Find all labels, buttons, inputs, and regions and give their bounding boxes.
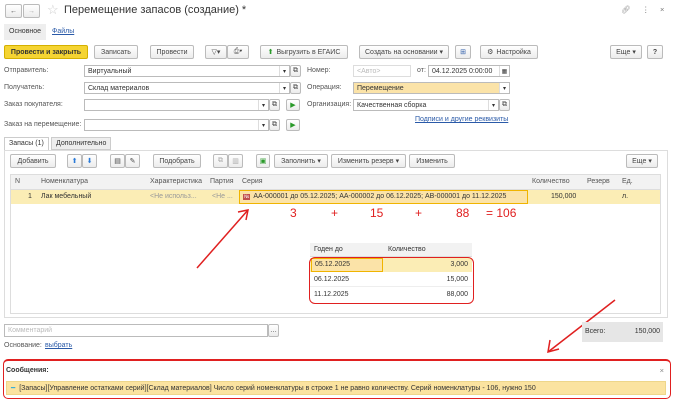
annotation-arrows: [196, 209, 616, 354]
comment-field[interactable]: Комментарий: [4, 324, 268, 337]
basis-link[interactable]: выбрать: [45, 342, 72, 349]
messages-title: Сообщения:: [6, 367, 49, 374]
arrow-to-series: [196, 209, 249, 269]
message-icon: ━: [11, 385, 16, 392]
comment-expand-button[interactable]: …: [268, 324, 279, 337]
message-item[interactable]: ━ [Запасы][Управление остатками серий][Ск…: [6, 381, 666, 395]
basis-label: Основание:: [4, 342, 42, 349]
total-box: Всего: 150,000: [582, 322, 663, 342]
messages-panel: Сообщения: × ━ [Запасы][Управление остатк…: [3, 359, 671, 399]
messages-close-icon[interactable]: ×: [660, 366, 664, 375]
